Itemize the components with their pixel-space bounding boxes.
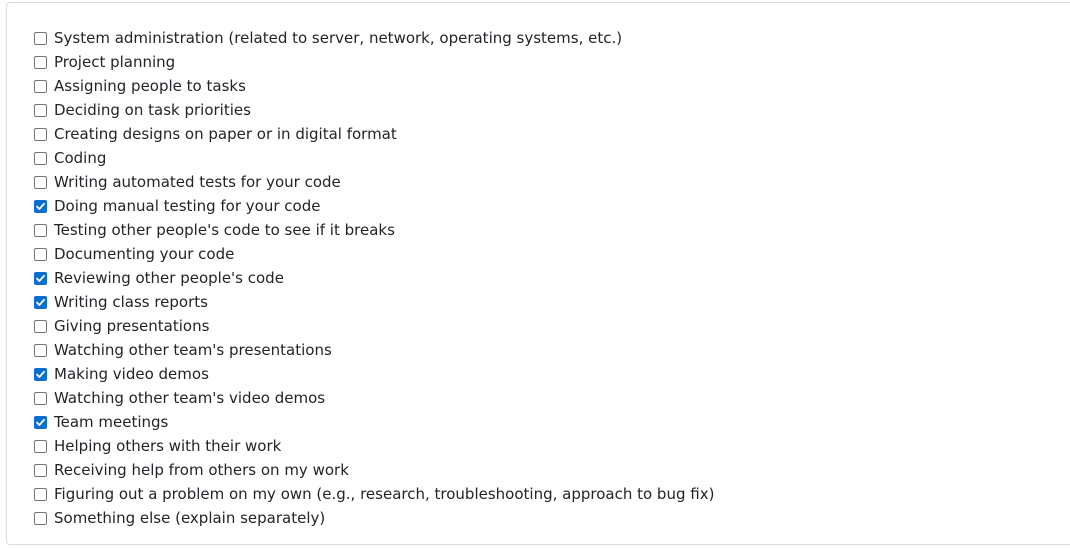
checkbox-option-9[interactable]: Testing other people's code to see if it… xyxy=(34,218,714,242)
checkbox-label: Doing manual testing for your code xyxy=(54,197,321,215)
checkbox[interactable] xyxy=(34,127,47,141)
checkbox[interactable] xyxy=(34,79,47,93)
checkbox-option-15[interactable]: Making video demos xyxy=(34,362,714,386)
checkbox-option-17[interactable]: Team meetings xyxy=(34,410,714,434)
checkbox-option-5[interactable]: Creating designs on paper or in digital … xyxy=(34,122,714,146)
checkbox-list: System administration (related to server… xyxy=(34,26,714,530)
checkbox-label: Creating designs on paper or in digital … xyxy=(54,125,397,143)
checkbox-option-8[interactable]: Doing manual testing for your code xyxy=(34,194,714,218)
checkbox[interactable] xyxy=(34,55,47,69)
question-panel: System administration (related to server… xyxy=(6,2,1070,545)
checkbox[interactable] xyxy=(34,175,47,189)
checkbox-option-10[interactable]: Documenting your code xyxy=(34,242,714,266)
checkmark-icon xyxy=(36,274,45,282)
checkmark-icon xyxy=(36,202,45,210)
checkbox-option-19[interactable]: Receiving help from others on my work xyxy=(34,458,714,482)
checkbox[interactable] xyxy=(34,247,47,261)
checkbox-option-20[interactable]: Figuring out a problem on my own (e.g., … xyxy=(34,482,714,506)
checkbox[interactable] xyxy=(34,487,47,501)
checkbox-label: Helping others with their work xyxy=(54,437,282,455)
checkbox-option-16[interactable]: Watching other team's video demos xyxy=(34,386,714,410)
checkbox-option-2[interactable]: Project planning xyxy=(34,50,714,74)
checkbox-label: Figuring out a problem on my own (e.g., … xyxy=(54,485,715,503)
checkbox[interactable] xyxy=(34,439,47,453)
checkbox-label: Coding xyxy=(54,149,107,167)
checkbox-option-13[interactable]: Giving presentations xyxy=(34,314,714,338)
checkbox-label: Reviewing other people's code xyxy=(54,269,284,287)
checkbox[interactable] xyxy=(34,103,47,117)
checkbox-option-3[interactable]: Assigning people to tasks xyxy=(34,74,714,98)
checkbox[interactable] xyxy=(34,319,47,333)
checkbox-label: Team meetings xyxy=(54,413,169,431)
checkbox[interactable] xyxy=(34,511,47,525)
checkbox[interactable] xyxy=(34,31,47,45)
checkbox[interactable] xyxy=(34,415,47,429)
checkbox-label: Writing class reports xyxy=(54,293,208,311)
checkbox-label: System administration (related to server… xyxy=(54,29,623,47)
checkbox[interactable] xyxy=(34,199,47,213)
checkbox-label: Writing automated tests for your code xyxy=(54,173,341,191)
checkbox-label: Giving presentations xyxy=(54,317,210,335)
checkbox-label: Documenting your code xyxy=(54,245,235,263)
checkmark-icon xyxy=(36,298,45,306)
checkbox[interactable] xyxy=(34,295,47,309)
checkbox-option-7[interactable]: Writing automated tests for your code xyxy=(34,170,714,194)
checkbox-label: Testing other people's code to see if it… xyxy=(54,221,395,239)
checkbox-option-6[interactable]: Coding xyxy=(34,146,714,170)
checkbox-option-18[interactable]: Helping others with their work xyxy=(34,434,714,458)
checkbox-option-12[interactable]: Writing class reports xyxy=(34,290,714,314)
checkbox-option-4[interactable]: Deciding on task priorities xyxy=(34,98,714,122)
checkbox-option-1[interactable]: System administration (related to server… xyxy=(34,26,714,50)
checkbox[interactable] xyxy=(34,367,47,381)
checkbox-label: Deciding on task priorities xyxy=(54,101,251,119)
checkmark-icon xyxy=(36,370,45,378)
checkbox-label: Watching other team's presentations xyxy=(54,341,332,359)
checkbox-label: Watching other team's video demos xyxy=(54,389,326,407)
checkbox-label: Receiving help from others on my work xyxy=(54,461,349,479)
checkbox[interactable] xyxy=(34,343,47,357)
checkbox[interactable] xyxy=(34,391,47,405)
checkbox[interactable] xyxy=(34,463,47,477)
checkbox-label: Something else (explain separately) xyxy=(54,509,326,527)
checkbox-option-11[interactable]: Reviewing other people's code xyxy=(34,266,714,290)
checkbox-label: Project planning xyxy=(54,53,176,71)
checkbox[interactable] xyxy=(34,223,47,237)
checkbox[interactable] xyxy=(34,151,47,165)
checkbox[interactable] xyxy=(34,271,47,285)
checkbox-label: Making video demos xyxy=(54,365,209,383)
checkbox-label: Assigning people to tasks xyxy=(54,77,246,95)
checkbox-option-14[interactable]: Watching other team's presentations xyxy=(34,338,714,362)
checkmark-icon xyxy=(36,418,45,426)
checkbox-option-21[interactable]: Something else (explain separately) xyxy=(34,506,714,530)
